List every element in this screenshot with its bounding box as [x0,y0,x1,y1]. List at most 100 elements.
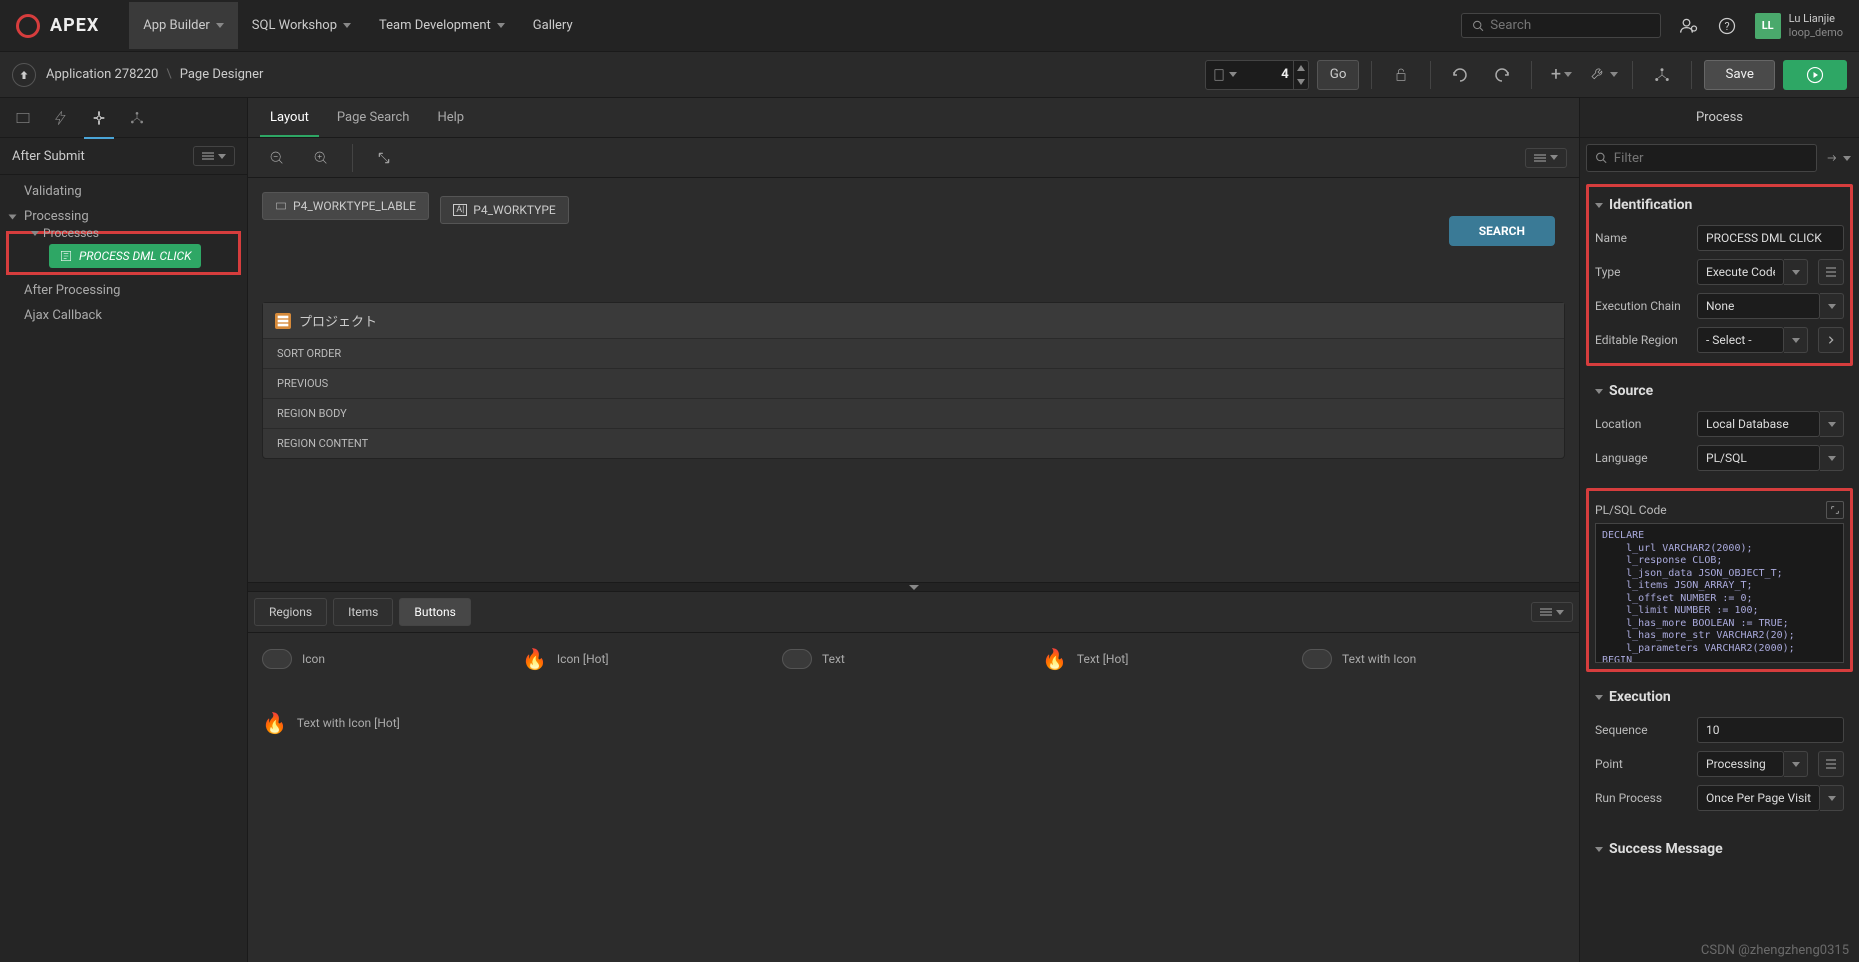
gallery-item-text-hot[interactable]: 🔥Text [Hot] [1042,647,1222,671]
crumb-application[interactable]: Application 278220 [46,67,158,82]
input-sequence[interactable] [1697,717,1844,743]
property-filter-input[interactable] [1614,151,1808,166]
right-panel: Process Identification Name Type Executi… [1579,98,1859,962]
select-run-process[interactable] [1697,785,1820,811]
tab-processing[interactable] [84,103,114,133]
splitter[interactable] [248,582,1579,592]
nav-gallery[interactable]: Gallery [519,2,587,49]
tab-page-search[interactable]: Page Search [327,99,420,136]
page-down-stepper[interactable] [1294,75,1308,89]
field-worktype-label[interactable]: P4_WORKTYPE_LABLE [262,192,429,220]
tab-shared[interactable] [122,103,152,133]
expand-button[interactable] [367,143,401,173]
select-type[interactable] [1697,259,1784,285]
chevron-down-icon [1595,203,1603,208]
gallery-tab-buttons[interactable]: Buttons [399,598,471,626]
pin-button[interactable] [1823,144,1853,172]
tab-dynamic-actions[interactable] [46,103,76,133]
lock-button[interactable] [1384,60,1418,90]
gallery-item-text-icon-hot[interactable]: 🔥Text with Icon [Hot] [262,711,1565,735]
shared-button[interactable] [1645,60,1679,90]
tree-after-processing[interactable]: After Processing [0,278,247,303]
redo-button[interactable] [1485,60,1519,90]
layout-menu[interactable] [1525,148,1567,168]
tree-ajax-callback[interactable]: Ajax Callback [0,303,247,328]
global-search-input[interactable] [1490,18,1649,33]
select-location-arrow[interactable] [1820,411,1844,437]
select-run-arrow[interactable] [1820,785,1844,811]
save-button[interactable]: Save [1704,60,1775,90]
select-type-arrow[interactable] [1784,259,1808,285]
select-chain-arrow[interactable] [1820,293,1844,319]
property-filter[interactable] [1586,144,1817,172]
right-panel-title: Process [1580,98,1859,138]
watermark: CSDN @zhengzheng0315 [1701,943,1849,958]
chevron-down-icon [1595,695,1603,700]
gallery-item-icon[interactable]: Icon [262,647,442,671]
gallery: Regions Items Buttons Icon 🔥Icon [Hot] T… [248,592,1579,962]
select-point[interactable] [1697,751,1784,777]
go-button[interactable]: Go [1317,60,1360,90]
run-button[interactable] [1783,60,1847,90]
tree-validating[interactable]: Validating [0,179,247,204]
section-title-source[interactable]: Source [1595,379,1844,407]
section-title-identification[interactable]: Identification [1595,193,1844,221]
layout-search-button[interactable]: SEARCH [1449,216,1555,246]
tab-layout[interactable]: Layout [260,99,319,136]
svg-text:?: ? [1724,20,1729,33]
select-language-arrow[interactable] [1820,445,1844,471]
tab-help[interactable]: Help [427,99,474,136]
left-panel-menu[interactable] [193,146,235,166]
undo-button[interactable] [1443,60,1477,90]
global-search[interactable] [1461,13,1661,38]
section-source: Source Location Language [1586,370,1853,484]
nav-sql-workshop[interactable]: SQL Workshop [238,2,365,49]
plsql-code-editor[interactable]: DECLARE l_url VARCHAR2(2000); l_response… [1595,523,1844,663]
nav-app-builder[interactable]: App Builder [129,2,238,49]
gallery-item-text[interactable]: Text [782,647,962,671]
process-chip[interactable]: PROCESS DML CLICK [49,244,201,268]
flame-icon: 🔥 [262,711,287,735]
code-expand-button[interactable] [1826,501,1844,519]
create-button[interactable]: + [1544,60,1578,90]
zoom-in-button[interactable] [304,143,338,173]
page-up-stepper[interactable] [1294,61,1308,75]
select-location[interactable] [1697,411,1820,437]
user-menu[interactable]: LL Lu Lianjie loop_demo [1755,12,1843,38]
up-button[interactable] [12,63,36,87]
gallery-item-text-icon[interactable]: Text with Icon [1302,647,1482,671]
zoom-out-button[interactable] [260,143,294,173]
gallery-item-icon-hot[interactable]: 🔥Icon [Hot] [522,647,702,671]
select-chain[interactable] [1697,293,1820,319]
region-go-button[interactable] [1818,327,1844,353]
help-icon[interactable]: ? [1717,16,1737,36]
select-point-arrow[interactable] [1784,751,1808,777]
tree-processes-label[interactable]: Processes [43,226,99,240]
gallery-tab-regions[interactable]: Regions [254,598,327,626]
admin-icon[interactable] [1679,16,1699,36]
layout-canvas[interactable]: P4_WORKTYPE_LABLE A|P4_WORKTYPE SEARCH プ… [248,178,1579,582]
gallery-tab-items[interactable]: Items [333,598,393,626]
select-language[interactable] [1697,445,1820,471]
select-region-arrow[interactable] [1784,327,1808,353]
point-options-button[interactable] [1818,751,1844,777]
tab-rendering[interactable] [8,103,38,133]
page-number-input[interactable] [1243,67,1293,82]
select-editable-region[interactable] [1697,327,1784,353]
utilities-button[interactable] [1586,60,1620,90]
page-icon[interactable] [1206,67,1243,83]
region-content[interactable]: REGION CONTENT [263,428,1564,458]
section-title-execution[interactable]: Execution [1595,685,1844,713]
section-title-success[interactable]: Success Message [1595,837,1844,865]
region-sort-order[interactable]: SORT ORDER [263,338,1564,368]
gallery-menu[interactable] [1531,602,1573,622]
page-number-box [1205,60,1309,90]
field-worktype[interactable]: A|P4_WORKTYPE [440,196,568,224]
nav-team-dev[interactable]: Team Development [365,2,519,49]
region-header[interactable]: プロジェクト [263,303,1564,338]
property-body[interactable]: Identification Name Type Execution Chain… [1580,178,1859,962]
region-previous[interactable]: PREVIOUS [263,368,1564,398]
region-body[interactable]: REGION BODY [263,398,1564,428]
input-name[interactable] [1697,225,1844,251]
type-options-button[interactable] [1818,259,1844,285]
